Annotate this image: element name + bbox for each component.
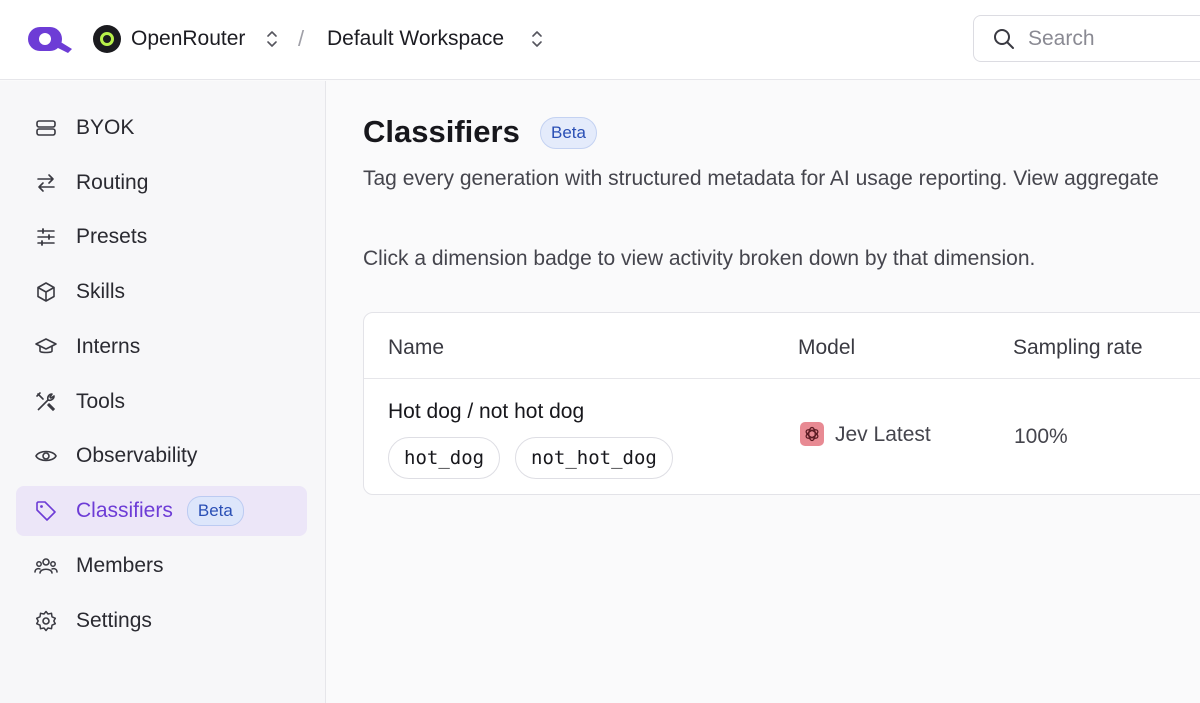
workspace-name[interactable]: Default Workspace (327, 27, 504, 51)
sidebar-item-label: BYOK (76, 116, 135, 139)
eye-icon (34, 444, 58, 468)
sidebar-item-settings[interactable]: Settings (16, 596, 307, 646)
sliders-icon (34, 225, 58, 249)
search-input[interactable] (1028, 26, 1178, 52)
sidebar-item-label: Interns (76, 335, 141, 358)
graduation-cap-icon (34, 335, 58, 359)
sidebar-item-label: Members (76, 554, 164, 577)
chevron-up-down-icon[interactable] (266, 30, 278, 48)
sidebar-item-classifiers[interactable]: Classifiers Beta (16, 486, 307, 536)
page-title: Classifiers (363, 114, 520, 149)
server-icon (34, 116, 58, 140)
breadcrumb-separator: / (298, 26, 305, 51)
dimension-badge[interactable]: not_hot_dog (515, 437, 673, 479)
sidebar-item-label: Routing (76, 171, 149, 194)
search-box[interactable] (973, 15, 1200, 62)
sidebar-item-interns[interactable]: Interns (16, 322, 307, 372)
beta-badge: Beta (186, 496, 244, 526)
sidebar-item-label: Classifiers (76, 499, 173, 522)
sidebar-item-byok[interactable]: BYOK (16, 103, 307, 153)
sidebar-item-routing[interactable]: Routing (16, 158, 307, 208)
classifiers-table: Name Model Sampling rate Hot dog / not h… (363, 312, 1200, 495)
sidebar-item-observability[interactable]: Observability (16, 431, 307, 481)
users-icon (34, 554, 58, 578)
top-bar: OpenRouter / Default Workspace (0, 0, 1200, 80)
column-header-model: Model (798, 336, 856, 359)
sidebar-item-presets[interactable]: Presets (16, 212, 307, 262)
scrolled-item-remnant (33, 81, 183, 85)
org-avatar[interactable] (93, 25, 121, 53)
chevron-up-down-icon[interactable] (531, 30, 543, 48)
sampling-rate: 100% (1014, 425, 1068, 448)
sidebar-item-label: Observability (76, 444, 198, 467)
openai-logo-icon (800, 422, 824, 446)
sidebar-item-label: Presets (76, 225, 148, 248)
model-name: Jev Latest (835, 423, 931, 446)
arrows-swap-icon (34, 171, 58, 195)
openrouter-logo-icon[interactable] (28, 24, 72, 54)
table-header-divider (364, 378, 1200, 379)
page-subtitle: Tag every generation with structured met… (363, 167, 1159, 190)
search-icon (994, 29, 1014, 49)
tools-icon (34, 390, 58, 414)
column-header-sampling-rate: Sampling rate (1013, 336, 1143, 359)
sidebar-item-tools[interactable]: Tools (16, 377, 307, 427)
gear-icon (34, 609, 58, 633)
sidebar-item-skills[interactable]: Skills (16, 267, 307, 317)
sidebar-item-label: Settings (76, 609, 152, 632)
org-name[interactable]: OpenRouter (131, 27, 245, 51)
dimension-hint: Click a dimension badge to view activity… (363, 247, 1036, 270)
beta-badge: Beta (540, 117, 597, 149)
cube-icon (34, 280, 58, 304)
classifier-name[interactable]: Hot dog / not hot dog (388, 399, 584, 425)
dimension-badge[interactable]: hot_dog (388, 437, 501, 479)
sidebar-item-label: Skills (76, 280, 126, 303)
sidebar: BYOK Routing Presets Skills Interns Tool… (0, 81, 326, 703)
column-header-name: Name (388, 336, 445, 359)
tag-icon (34, 499, 58, 523)
sidebar-item-members[interactable]: Members (16, 541, 307, 591)
sidebar-item-label: Tools (76, 390, 126, 413)
